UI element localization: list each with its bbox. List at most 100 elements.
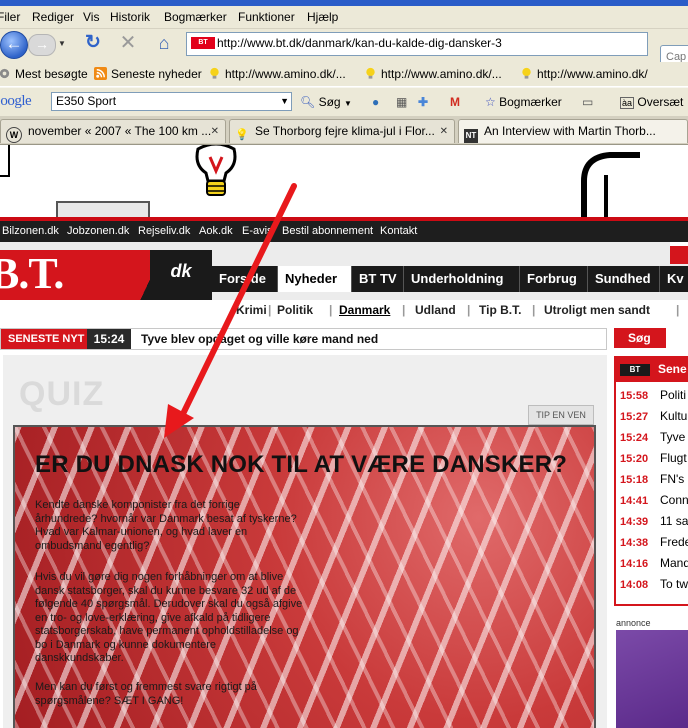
site-search-tab[interactable]: Søg: [614, 328, 666, 348]
history-dropdown-icon[interactable]: ▼: [58, 39, 68, 49]
lightbulb-icon: [210, 67, 219, 79]
menu-help[interactable]: Hjælp: [307, 10, 338, 24]
sidebar-ad[interactable]: [616, 630, 688, 728]
nav-forbrug[interactable]: Forbrug: [520, 266, 588, 292]
menu-tools[interactable]: Funktioner: [238, 10, 295, 24]
dropdown-arrow-icon: ▼: [343, 99, 352, 108]
subnav-tip-bt[interactable]: Tip B.T.: [479, 303, 521, 317]
menu-view[interactable]: Vis: [83, 10, 99, 24]
wordpress-icon: W: [6, 127, 22, 143]
options-icon[interactable]: ▭: [582, 95, 593, 109]
ad-box: [56, 201, 150, 217]
news-item[interactable]: 15:18 FN's: [620, 472, 684, 486]
close-tab-icon[interactable]: ✕: [440, 120, 448, 143]
network-link-subscribe[interactable]: Bestil abonnement: [282, 225, 373, 237]
translate-icon: àa: [620, 97, 635, 109]
quiz-intro-box: ER DU DNASK NOK TIL AT VÆRE DANSKER? Ken…: [13, 425, 596, 728]
news-item[interactable]: 15:24 Tyve: [620, 430, 685, 444]
bookmark-amino-3[interactable]: http://www.amino.dk/: [520, 67, 648, 81]
forward-button[interactable]: →: [28, 34, 56, 56]
subnav-danmark[interactable]: Danmark: [339, 303, 390, 317]
news-icon[interactable]: ▦: [396, 95, 407, 109]
news-item[interactable]: 14:41 Conn: [620, 493, 688, 507]
divider: |: [676, 303, 680, 317]
gear-icon: [0, 68, 10, 79]
bookmark-most-visited[interactable]: Mest besøgte: [0, 67, 88, 81]
tab-3[interactable]: NT An Interview with Martin Thorb...: [458, 119, 688, 143]
quiz-paragraph-2: Hvis du vil gøre dig nogen forhåbninger …: [35, 571, 303, 664]
bookmark-amino-1[interactable]: http://www.amino.dk/...: [208, 67, 346, 81]
tab-2[interactable]: 💡 Se Thorborg fejre klima-jul i Flor... ✕: [229, 119, 455, 143]
bt-logo-text: B.T.: [0, 249, 64, 298]
magnifier-icon: 🔍︎: [300, 95, 316, 109]
quiz-paragraph-1: Kendte danske komponister fra det forrig…: [35, 499, 297, 552]
latest-news-label: SENESTE NYT: [1, 329, 87, 349]
subnav-udland[interactable]: Udland: [415, 303, 456, 317]
top-ad-banner[interactable]: [0, 145, 688, 217]
news-item[interactable]: 14:16 Mand: [620, 556, 688, 570]
bt-logo-suffix: dk: [150, 250, 212, 300]
url-bar[interactable]: BT http://www.bt.dk/danmark/kan-du-kalde…: [186, 32, 648, 56]
news-item[interactable]: 14:08 To tw: [620, 577, 688, 591]
nt-icon: NT: [464, 129, 478, 143]
news-item[interactable]: 15:20 Flugt: [620, 451, 687, 465]
lightbulb-icon: 💡: [235, 129, 249, 141]
google-bookmarks-button[interactable]: ☆ Bogmærker: [485, 95, 562, 109]
rss-feed-icon: [94, 67, 107, 80]
network-link-jobzonen[interactable]: Jobzonen.dk: [67, 225, 129, 237]
latest-news-box: BT Sene 15:58 Politi 15:27 Kultu 15:24 Tyve…: [614, 356, 688, 606]
news-item[interactable]: 14:39 11 sa: [620, 514, 688, 528]
home-icon[interactable]: ⌂: [153, 32, 175, 54]
dropdown-arrow-icon[interactable]: ▼: [280, 93, 289, 110]
divider: |: [329, 303, 333, 317]
menu-edit[interactable]: Rediger: [32, 10, 74, 24]
network-link-e-avis[interactable]: E-avis: [242, 225, 273, 237]
google-logo[interactable]: Google: [0, 93, 32, 110]
divider: |: [402, 303, 406, 317]
reload-icon[interactable]: ↻: [82, 32, 104, 54]
menu-bookmarks[interactable]: Bogmærker: [164, 10, 227, 24]
nav-bt-tv[interactable]: BT TV: [352, 266, 404, 292]
nav-sundhed[interactable]: Sundhed: [588, 266, 660, 292]
nav-nyheder[interactable]: Nyheder: [278, 266, 352, 292]
bookmarks-toolbar: Mest besøgte Seneste nyheder http://www.…: [0, 62, 688, 86]
subnav-krimi[interactable]: Krimi: [236, 303, 267, 317]
tab-1[interactable]: Wnovember « 2007 « The 100 km ... ✕: [0, 119, 226, 143]
bt-mini-logo: BT: [620, 364, 650, 376]
gmail-icon[interactable]: M: [450, 95, 460, 109]
news-item[interactable]: 15:27 Kultu: [620, 409, 687, 423]
tip-a-friend-button[interactable]: TIP EN VEN: [528, 405, 594, 425]
star-icon: ☆: [485, 95, 496, 109]
nav-forside[interactable]: Forside: [212, 266, 278, 292]
divider: |: [532, 303, 536, 317]
nav-kv[interactable]: Kv: [660, 266, 688, 292]
network-link-aok[interactable]: Aok.dk: [199, 225, 233, 237]
news-item[interactable]: 15:58 Politi: [620, 388, 686, 402]
close-tab-icon[interactable]: ✕: [211, 120, 219, 143]
bookmark-amino-2[interactable]: http://www.amino.dk/...: [364, 67, 502, 81]
latest-news-ticker[interactable]: SENESTE NYT 15:24 Tyve blev opdaget og v…: [0, 328, 607, 350]
network-link-rejseliv[interactable]: Rejseliv.dk: [138, 225, 190, 237]
news-item[interactable]: 14:38Frede: [620, 535, 688, 549]
globe-icon[interactable]: ●: [372, 95, 379, 109]
bookmark-latest-news[interactable]: Seneste nyheder: [94, 67, 202, 81]
site-header: B.T. dk Forside Nyheder BT TV Underholdn…: [0, 242, 688, 300]
network-link-contact[interactable]: Kontakt: [380, 225, 417, 237]
subnav-politik[interactable]: Politik: [277, 303, 313, 317]
site-favicon: BT: [191, 37, 215, 49]
menu-history[interactable]: Historik: [110, 10, 150, 24]
plus-icon[interactable]: ✚: [418, 95, 428, 109]
nav-underholdning[interactable]: Underholdning: [404, 266, 520, 292]
stop-icon[interactable]: ✕: [117, 32, 139, 54]
network-link-bilzonen[interactable]: Bilzonen.dk: [2, 225, 59, 237]
google-search-button[interactable]: 🔍︎ Søg ▼: [300, 95, 352, 109]
right-sidebar: Søg BT Sene 15:58 Politi 15:27 Kultu 15:24…: [614, 328, 688, 728]
translate-button[interactable]: àa Oversæt: [620, 95, 683, 109]
google-search-input[interactable]: E350 Sport ▼: [51, 92, 292, 111]
back-button[interactable]: ←: [0, 31, 28, 59]
latest-news-header: BT Sene: [616, 358, 688, 382]
latest-news-headline[interactable]: Tyve blev opdaget og ville køre mand ned: [141, 332, 378, 346]
subnav-utroligt[interactable]: Utroligt men sandt: [544, 303, 650, 317]
menu-file[interactable]: Filer: [0, 10, 20, 24]
tab-bar: Wnovember « 2007 « The 100 km ... ✕ 💡 Se …: [0, 116, 688, 145]
